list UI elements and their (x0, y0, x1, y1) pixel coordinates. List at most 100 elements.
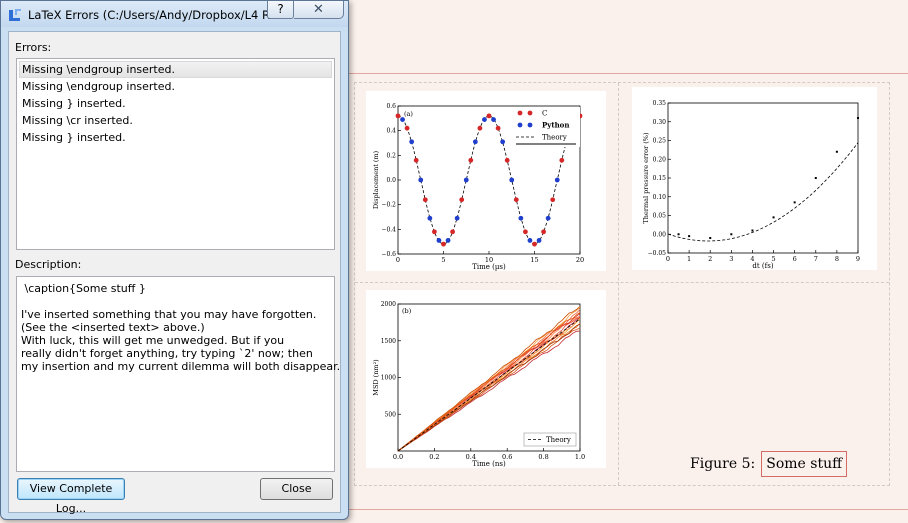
data-point-python (463, 177, 469, 183)
x-tick-label: 8 (835, 255, 839, 263)
y-axis-label: Displacement (m) (372, 150, 380, 209)
data-point-python (527, 238, 533, 243)
data-point (709, 237, 712, 239)
legend-label-theory: Theory (546, 436, 571, 444)
x-tick-label: 20 (576, 256, 584, 264)
x-tick-label: 1 (687, 255, 691, 263)
data-point-c (504, 157, 510, 163)
legend-marker-c (517, 110, 523, 116)
data-point-c (422, 197, 428, 203)
data-point (793, 201, 796, 204)
x-axis-label: dt (fs) (752, 262, 773, 270)
y-tick-label: 0.6 (386, 103, 396, 110)
description-text[interactable]: \caption{Some stuff } I've inserted some… (16, 276, 340, 472)
data-point (688, 235, 691, 238)
plot-displacement: 0 5 10 15 20 −0.6 −0.4 −0.2 0.0 0.2 0.4 0.6 Time (µs… (366, 91, 606, 271)
data-point-c (523, 229, 528, 235)
data-point (751, 229, 754, 232)
data-point-python (427, 215, 433, 221)
data-point-python (454, 215, 460, 221)
x-tick-label: 1.0 (575, 453, 585, 461)
data-point-python (500, 139, 506, 145)
data-point-c (513, 197, 519, 203)
y-tick-label: 0.0 (386, 177, 396, 184)
y-tick-label: 0.20 (653, 156, 667, 163)
y-tick-label: 0.4 (386, 128, 396, 135)
data-point-c (404, 125, 410, 131)
errors-label: Errors: (15, 41, 52, 54)
y-tick-label: 0.00 (653, 231, 667, 238)
data-point-c (450, 229, 455, 235)
x-tick-label: 3 (729, 255, 733, 263)
data-point-python (554, 177, 560, 183)
error-list-item[interactable]: Missing \endgroup inserted. (17, 78, 334, 95)
description-label: Description: (15, 258, 82, 271)
x-axis-label: Time (ns) (472, 460, 506, 468)
data-point-c (550, 197, 556, 203)
plot-pressure-error-svg: 0 1 2 3 4 5 6 7 8 9−0.050.000.050.100.150.200.250… (642, 100, 860, 270)
y-tick-label: −0.6 (381, 251, 396, 258)
y-tick-label: 500 (385, 411, 397, 418)
y-tick-label: 0.35 (653, 100, 667, 107)
plot-frame (667, 102, 859, 254)
x-tick-label: 7 (814, 255, 818, 263)
latex-app-icon (9, 9, 21, 21)
data-point-python (536, 238, 542, 243)
panel-label: (b) (402, 307, 412, 315)
x-tick-label: 15 (530, 256, 538, 264)
dialog-titlebar[interactable]: LaTeX Errors (C:/Users/Andy/Dropbox/L4 R… (1, 1, 348, 27)
x-tick-label: 9 (856, 255, 860, 263)
x-axis-label: Time (µs) (472, 263, 506, 271)
data-point-c (541, 229, 546, 235)
y-tick-label: 2000 (381, 301, 396, 308)
error-list-item[interactable]: Missing } inserted. (17, 129, 334, 146)
y-tick-label: 0.2 (386, 152, 396, 159)
data-point (677, 233, 680, 236)
error-list-item[interactable]: Missing \endgroup inserted. (19, 61, 332, 78)
data-point-c (495, 125, 501, 131)
msd-series-line (397, 306, 581, 452)
view-complete-log-button[interactable]: View Complete Log... (17, 478, 125, 515)
error-list-item[interactable]: Missing } inserted. (17, 95, 334, 112)
panel-label: (a) (404, 110, 413, 118)
y-axis-label: Thermal pressure error (%) (642, 132, 650, 224)
figure-grid-vertical-divider (618, 83, 619, 485)
data-point-python (509, 177, 515, 183)
figure-caption-prefix: Figure 5: (690, 456, 756, 472)
data-point (730, 233, 733, 236)
page-rule-bottom (349, 509, 908, 510)
x-tick-label: 0.0 (393, 453, 403, 461)
plot-msd-svg: 0.0 0.2 0.4 0.6 0.8 1.0500100015002000Time (n… (372, 301, 585, 468)
y-tick-label: 1500 (381, 338, 396, 345)
legend-label-c: C (542, 110, 547, 118)
legend-label-theory: Theory (542, 134, 567, 142)
x-tick-label: 0 (396, 256, 400, 264)
figure-caption-text[interactable]: Some stuff (761, 451, 848, 477)
data-point-c (459, 197, 465, 203)
plot-pressure-error: 0 1 2 3 4 5 6 7 8 9 −0.05 0.00 0.05 0.10 0.15 0.20 0.25 0… (632, 87, 877, 270)
data-point-python (472, 139, 478, 145)
y-tick-label: 0.30 (653, 119, 667, 126)
figure-caption: Figure 5: Some stuff (690, 450, 848, 478)
data-point-c (532, 241, 537, 247)
y-tick-label: −0.4 (381, 226, 396, 233)
figure-grid-horizontal-divider (355, 282, 889, 283)
errors-list[interactable]: Missing \endgroup inserted. Missing \endg… (16, 58, 335, 250)
x-tick-label: 5 (441, 256, 445, 264)
error-list-item[interactable]: Missing \cr inserted. (17, 112, 334, 129)
close-icon[interactable]: ✕ (294, 1, 344, 19)
latex-errors-dialog: LaTeX Errors (C:/Users/Andy/Dropbox/L4 R… (0, 0, 349, 520)
y-tick-label: 0.15 (653, 175, 667, 182)
data-point-python (436, 238, 442, 243)
data-point-python (482, 117, 487, 122)
data-point-python (445, 238, 451, 243)
y-axis-label: MSD (nm²) (372, 359, 380, 396)
help-icon[interactable]: ? (267, 1, 294, 19)
x-tick-label: 0.2 (429, 453, 439, 461)
x-tick-label: 6 (793, 255, 797, 263)
y-tick-label: 0.05 (653, 213, 667, 220)
close-button[interactable]: Close (260, 478, 333, 500)
data-point-c (432, 229, 437, 235)
y-tick-label: −0.2 (381, 202, 396, 209)
legend-marker-c (527, 110, 533, 116)
